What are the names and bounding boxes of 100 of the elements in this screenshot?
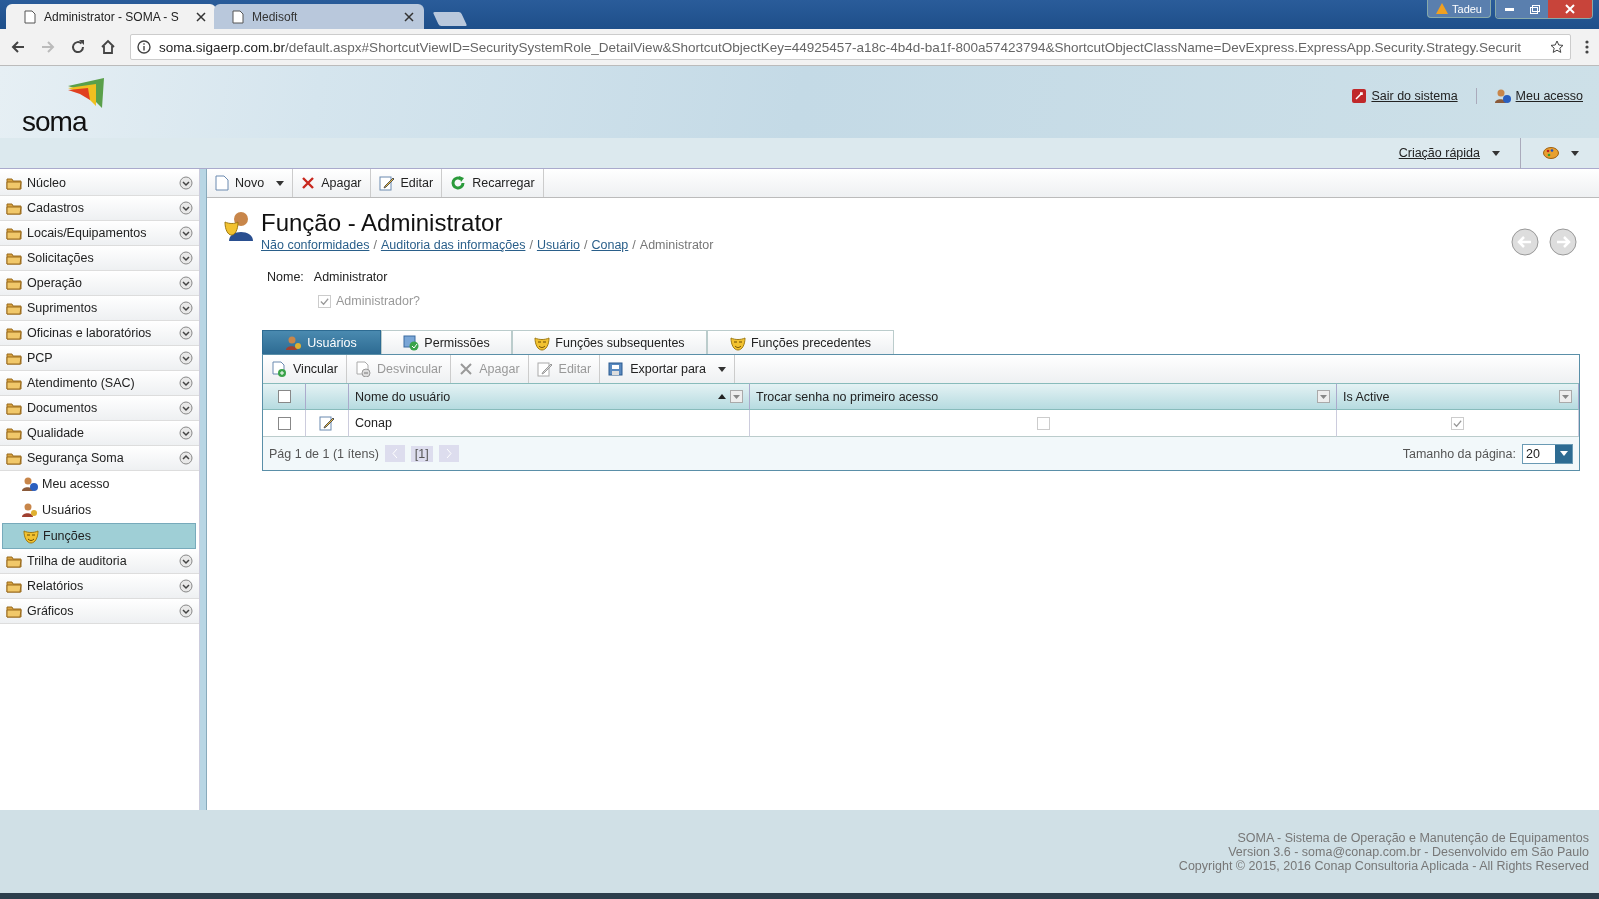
- person-key-icon: [22, 502, 38, 518]
- tab[interactable]: Usuários: [262, 330, 381, 354]
- footer-text: Version 3.6 - soma@conap.com.br - Desenvolvido em São Paulo: [1228, 844, 1589, 859]
- breadcrumb-link[interactable]: Usuário: [536, 238, 580, 252]
- select-all-checkbox[interactable]: [277, 390, 291, 403]
- sidebar-item[interactable]: Funções: [2, 523, 196, 549]
- new-document-icon: [215, 175, 229, 191]
- tab[interactable]: Funções subsequentes: [512, 330, 707, 354]
- folder-icon: [6, 226, 22, 240]
- url-host: soma.sigaerp.com.br: [159, 39, 286, 55]
- theme-menu[interactable]: [1543, 147, 1579, 159]
- folder-icon: [6, 351, 22, 365]
- folder-icon: [6, 376, 22, 390]
- group-label: Atendimento (SAC): [27, 376, 136, 390]
- group-label: Gráficos: [27, 604, 75, 618]
- group-label: Locais/Equipamentos: [27, 226, 148, 240]
- page-icon: [232, 9, 244, 24]
- close-icon[interactable]: [196, 11, 206, 22]
- restore-button[interactable]: [1522, 0, 1548, 18]
- more-menu-icon[interactable]: [1585, 40, 1589, 54]
- folder-icon: [6, 201, 22, 215]
- group-label: Oficinas e laboratórios: [27, 326, 153, 340]
- column-label: Is Active: [1343, 389, 1391, 404]
- browser-tab[interactable]: Administrator - SOMA - S: [6, 4, 216, 29]
- header-link[interactable]: Meu acesso: [1475, 88, 1583, 104]
- caret-icon: [1492, 150, 1500, 156]
- link-document-icon: [271, 361, 287, 377]
- breadcrumb-link[interactable]: Conap: [591, 238, 629, 252]
- close-button[interactable]: [1548, 0, 1592, 18]
- breadcrumb-separator: /: [632, 238, 636, 252]
- reload-icon[interactable]: [70, 39, 86, 55]
- folder-icon: [6, 579, 22, 593]
- edit-icon: [378, 175, 395, 191]
- chevron-right-icon: [445, 449, 452, 458]
- field-label: Nome:: [267, 270, 304, 284]
- checkbox[interactable]: [1451, 416, 1464, 430]
- page-number[interactable]: [1]: [410, 445, 433, 462]
- breadcrumb-link[interactable]: Auditoria das informações: [380, 238, 526, 252]
- group-label: Núcleo: [27, 176, 67, 190]
- home-icon[interactable]: [100, 39, 116, 55]
- breadcrumb-separator: /: [584, 238, 588, 252]
- breadcrumb-separator: /: [373, 238, 377, 252]
- header-link[interactable]: Sair do sistema: [1352, 88, 1458, 104]
- folder-icon: [6, 176, 22, 190]
- folder-icon: [6, 301, 22, 315]
- previous-button[interactable]: [1511, 228, 1539, 256]
- person-info-icon: [1494, 88, 1511, 104]
- back-icon[interactable]: [10, 39, 26, 55]
- quick-create-menu[interactable]: Criação rápida: [1392, 137, 1521, 169]
- checkbox-label: Administrador?: [336, 294, 421, 308]
- key-icon: [1352, 89, 1367, 103]
- address-bar[interactable]: [130, 34, 1571, 60]
- warning-icon: [1436, 3, 1448, 14]
- tab[interactable]: Funções precedentes: [707, 330, 894, 354]
- folder-icon: [6, 276, 22, 290]
- row-checkbox[interactable]: [277, 416, 291, 430]
- mask-icon: [23, 528, 39, 544]
- toolbar-button[interactable]: Recarregar: [442, 169, 544, 197]
- user-badge[interactable]: Tadeu: [1427, 0, 1491, 18]
- person-mask-icon: [223, 210, 255, 242]
- close-icon[interactable]: [404, 11, 414, 22]
- filter-icon[interactable]: [1317, 390, 1330, 403]
- mask-icon: [729, 334, 746, 351]
- column-header[interactable]: Trocar senha no primeiro acesso: [750, 383, 1337, 410]
- edit-icon[interactable]: [319, 415, 335, 431]
- page-size-dropdown[interactable]: 20: [1522, 443, 1573, 464]
- caret-icon: [1571, 150, 1579, 156]
- export-icon: [608, 361, 625, 377]
- edit-icon: [536, 361, 553, 377]
- column-header[interactable]: Is Active: [1337, 383, 1579, 410]
- group-label: Qualidade: [27, 426, 85, 440]
- group-label: Documentos: [27, 401, 99, 415]
- user-name: Tadeu: [1452, 2, 1482, 15]
- folder-icon: [6, 326, 22, 340]
- sidebar-item[interactable]: Usuários: [2, 497, 196, 523]
- next-button[interactable]: [1549, 228, 1577, 256]
- url-path: /default.aspx#ShortcutViewID=SecuritySystemRole_DetailView&ShortcutObjectKey=44925457-a18c-4b4d-ba1f-800a57423794&ShortcutObjectClassName=DevExpress.ExpressApp.Security.Strategy.Securit: [285, 39, 1522, 55]
- column-header[interactable]: Nome do usuário: [349, 383, 750, 410]
- delete-icon: [459, 362, 474, 376]
- page-icon: [24, 9, 36, 24]
- minimize-button[interactable]: [1496, 0, 1522, 18]
- page-title: Função - Administrator: [261, 210, 504, 236]
- breadcrumb-link[interactable]: Não conformidades: [261, 238, 370, 252]
- chevron-left-icon: [391, 449, 398, 458]
- browser-tab[interactable]: Medisoft: [214, 4, 424, 29]
- sidebar-item[interactable]: Meu acesso: [2, 471, 196, 497]
- breadcrumb-separator: /: [529, 238, 533, 252]
- filter-icon[interactable]: [1559, 390, 1572, 403]
- checkbox[interactable]: [1036, 416, 1050, 430]
- toolbar-button[interactable]: Editar: [370, 169, 443, 197]
- group-label: Cadastros: [27, 201, 85, 215]
- new-tab-button[interactable]: [432, 12, 468, 26]
- star-icon[interactable]: [1550, 40, 1564, 54]
- footer-text: SOMA - Sistema de Operação e Manutenção de Equipamentos: [1237, 830, 1589, 845]
- palette-icon: [1543, 147, 1559, 159]
- tab[interactable]: Permissões: [381, 330, 512, 354]
- toolbar-button[interactable]: Novo: [207, 169, 294, 197]
- toolbar-button[interactable]: Apagar: [293, 169, 371, 197]
- group-label: Suprimentos: [27, 301, 99, 315]
- filter-icon[interactable]: [730, 390, 743, 403]
